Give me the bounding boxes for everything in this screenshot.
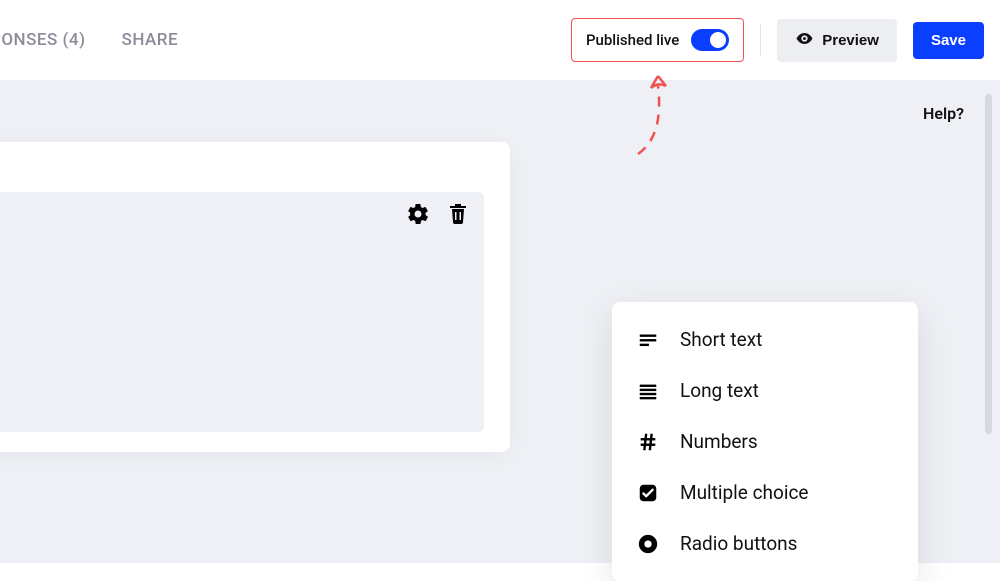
nav-share[interactable]: SHARE (122, 30, 179, 50)
field-type-radio-buttons[interactable]: Radio buttons (612, 518, 918, 569)
long-text-icon (636, 380, 660, 402)
publish-label: Published live (586, 31, 679, 49)
radio-icon (636, 533, 660, 555)
editor-canvas: Help? (0, 80, 1000, 563)
field-type-label: Numbers (680, 430, 758, 453)
field-type-numbers[interactable]: Numbers (612, 416, 918, 467)
trash-icon (446, 202, 470, 230)
short-text-icon (636, 329, 660, 351)
header-right: Published live Preview Save (571, 18, 984, 62)
publish-toggle-box[interactable]: Published live (571, 18, 744, 62)
field-type-label: Short text (680, 328, 762, 351)
save-button[interactable]: Save (913, 22, 984, 59)
help-link[interactable]: Help? (923, 104, 964, 123)
preview-label: Preview (822, 32, 879, 49)
field-type-label: Long text (680, 379, 759, 402)
gear-icon (406, 202, 430, 230)
block-settings-button[interactable] (406, 202, 430, 230)
field-type-menu: Short text Long text Numbers Multiple ch… (612, 302, 918, 581)
preview-button[interactable]: Preview (777, 19, 897, 62)
header-nav: PONSES (4) SHARE (0, 0, 178, 80)
header-divider (760, 24, 761, 56)
block-actions (406, 202, 470, 230)
checkbox-icon (636, 482, 660, 504)
save-label: Save (931, 32, 966, 49)
annotation-arrow (620, 72, 680, 162)
field-type-long-text[interactable]: Long text (612, 365, 918, 416)
eye-icon (795, 29, 814, 52)
field-type-label: Radio buttons (680, 532, 797, 555)
field-type-label: Multiple choice (680, 481, 808, 504)
hash-icon (636, 431, 660, 453)
form-card (0, 142, 510, 452)
vertical-scrollbar[interactable] (985, 94, 992, 434)
nav-responses[interactable]: PONSES (4) (0, 30, 86, 50)
field-type-short-text[interactable]: Short text (612, 314, 918, 365)
question-block[interactable] (0, 192, 484, 432)
field-type-multiple-choice[interactable]: Multiple choice (612, 467, 918, 518)
app-header: PONSES (4) SHARE Published live Preview … (0, 0, 1000, 80)
block-delete-button[interactable] (446, 202, 470, 230)
publish-toggle[interactable] (691, 29, 729, 51)
